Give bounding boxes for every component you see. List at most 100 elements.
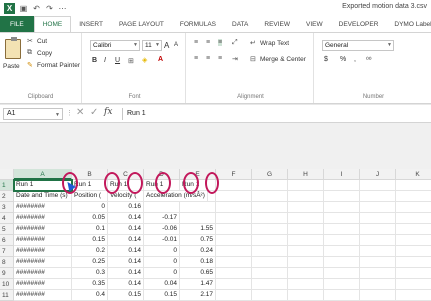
row-header[interactable]: 5 bbox=[0, 224, 14, 235]
cell-g11[interactable] bbox=[252, 290, 288, 301]
insert-function-icon[interactable]: fx bbox=[104, 107, 112, 117]
tab-view[interactable]: VIEW bbox=[298, 16, 331, 32]
cell-a8[interactable]: ######## bbox=[14, 257, 72, 268]
row-header[interactable]: 10 bbox=[0, 279, 14, 290]
row-header[interactable]: 3 bbox=[0, 202, 14, 213]
cell-e10[interactable]: 1.47 bbox=[180, 279, 216, 290]
cell-b10[interactable]: 0.35 bbox=[72, 279, 108, 290]
cell-b7[interactable]: 0.2 bbox=[72, 246, 108, 257]
cell-j3[interactable] bbox=[360, 202, 396, 213]
cell-f5[interactable] bbox=[216, 224, 252, 235]
cell-f2[interactable] bbox=[216, 191, 252, 202]
cell-e5[interactable]: 1.55 bbox=[180, 224, 216, 235]
cell-i7[interactable] bbox=[324, 246, 360, 257]
font-name-select[interactable]: Calibri ▼ bbox=[90, 40, 140, 51]
customize-qat-icon[interactable]: ⋯ bbox=[58, 4, 67, 13]
cell-k5[interactable] bbox=[396, 224, 431, 235]
italic-button[interactable]: I bbox=[104, 57, 106, 64]
row-header[interactable]: 9 bbox=[0, 268, 14, 279]
copy-button[interactable]: Copy bbox=[37, 50, 52, 57]
cell-h10[interactable] bbox=[288, 279, 324, 290]
font-size-select[interactable]: 11 ▼ bbox=[142, 40, 162, 51]
cell-d10[interactable]: 0.04 bbox=[144, 279, 180, 290]
cell-d6[interactable]: -0.01 bbox=[144, 235, 180, 246]
cell-a3[interactable]: ######## bbox=[14, 202, 72, 213]
cell-i1[interactable] bbox=[324, 180, 360, 191]
currency-button[interactable]: $ bbox=[324, 56, 328, 63]
cell-e11[interactable]: 2.17 bbox=[180, 290, 216, 301]
tab-page-layout[interactable]: PAGE LAYOUT bbox=[111, 16, 172, 32]
cell-a2[interactable]: Date and Time (s) bbox=[14, 191, 72, 202]
cell-j10[interactable] bbox=[360, 279, 396, 290]
cell-d5[interactable]: -0.06 bbox=[144, 224, 180, 235]
cell-i9[interactable] bbox=[324, 268, 360, 279]
cell-h6[interactable] bbox=[288, 235, 324, 246]
row-header[interactable]: 1 bbox=[0, 180, 14, 191]
font-color-icon[interactable]: A bbox=[158, 56, 163, 63]
column-header-g[interactable]: G bbox=[252, 169, 288, 180]
cell-g10[interactable] bbox=[252, 279, 288, 290]
cell-j8[interactable] bbox=[360, 257, 396, 268]
underline-button[interactable]: U bbox=[115, 57, 120, 64]
cell-f4[interactable] bbox=[216, 213, 252, 224]
cell-d3[interactable] bbox=[144, 202, 180, 213]
cell-d9[interactable]: 0 bbox=[144, 268, 180, 279]
align-top-icon[interactable]: ≡ bbox=[194, 39, 198, 46]
cell-k7[interactable] bbox=[396, 246, 431, 257]
cell-j7[interactable] bbox=[360, 246, 396, 257]
comma-button[interactable]: , bbox=[354, 56, 356, 63]
format-painter-button[interactable]: Format Painter bbox=[37, 62, 80, 69]
cell-k3[interactable] bbox=[396, 202, 431, 213]
cell-h1[interactable] bbox=[288, 180, 324, 191]
cell-c3[interactable]: 0.16 bbox=[108, 202, 144, 213]
cell-g4[interactable] bbox=[252, 213, 288, 224]
decimal-button[interactable]: ⁰⁰ bbox=[366, 56, 372, 64]
borders-icon[interactable]: ⊞ bbox=[128, 57, 134, 65]
cell-a10[interactable]: ######## bbox=[14, 279, 72, 290]
save-icon[interactable]: ▣ bbox=[19, 4, 28, 13]
merge-center-icon[interactable]: ⊟ bbox=[250, 55, 256, 63]
cell-h2[interactable] bbox=[288, 191, 324, 202]
cut-button[interactable]: Cut bbox=[37, 38, 47, 45]
cell-i11[interactable] bbox=[324, 290, 360, 301]
cell-e9[interactable]: 0.65 bbox=[180, 268, 216, 279]
column-header-f[interactable]: F bbox=[216, 169, 252, 180]
cell-i8[interactable] bbox=[324, 257, 360, 268]
cell-k11[interactable] bbox=[396, 290, 431, 301]
merge-center-button[interactable]: Merge & Center bbox=[260, 56, 306, 63]
cell-g6[interactable] bbox=[252, 235, 288, 246]
cell-h9[interactable] bbox=[288, 268, 324, 279]
wrap-text-button[interactable]: Wrap Text bbox=[260, 40, 289, 47]
cell-e8[interactable]: 0.18 bbox=[180, 257, 216, 268]
cell-c8[interactable]: 0.14 bbox=[108, 257, 144, 268]
align-middle-icon[interactable]: ≡ bbox=[206, 39, 210, 46]
cell-g9[interactable] bbox=[252, 268, 288, 279]
percent-button[interactable]: % bbox=[340, 56, 346, 63]
shrink-font-button[interactable]: A bbox=[174, 42, 178, 48]
cell-h11[interactable] bbox=[288, 290, 324, 301]
cell-i10[interactable] bbox=[324, 279, 360, 290]
cell-f10[interactable] bbox=[216, 279, 252, 290]
cell-a9[interactable]: ######## bbox=[14, 268, 72, 279]
paste-icon[interactable] bbox=[5, 37, 21, 59]
cell-g2[interactable] bbox=[252, 191, 288, 202]
scissors-icon[interactable]: ✂ bbox=[27, 37, 33, 45]
cell-d8[interactable]: 0 bbox=[144, 257, 180, 268]
cell-i2[interactable] bbox=[324, 191, 360, 202]
fill-color-icon[interactable]: ◈ bbox=[142, 56, 147, 64]
format-painter-icon[interactable]: ✎ bbox=[27, 61, 33, 69]
row-header[interactable]: 4 bbox=[0, 213, 14, 224]
select-all-corner[interactable] bbox=[0, 169, 14, 180]
cell-k8[interactable] bbox=[396, 257, 431, 268]
cell-c5[interactable]: 0.14 bbox=[108, 224, 144, 235]
tab-file[interactable]: FILE bbox=[0, 16, 34, 32]
cell-i3[interactable] bbox=[324, 202, 360, 213]
cell-f3[interactable] bbox=[216, 202, 252, 213]
cell-c9[interactable]: 0.14 bbox=[108, 268, 144, 279]
redo-icon[interactable]: ↷ bbox=[45, 4, 54, 13]
cell-d2[interactable]: Acceleration (m/sÂ²) bbox=[144, 191, 208, 202]
name-box[interactable]: A1 ▼ bbox=[3, 108, 63, 120]
row-header[interactable]: 2 bbox=[0, 191, 14, 202]
tab-insert[interactable]: INSERT bbox=[71, 16, 111, 32]
cell-d7[interactable]: 0 bbox=[144, 246, 180, 257]
